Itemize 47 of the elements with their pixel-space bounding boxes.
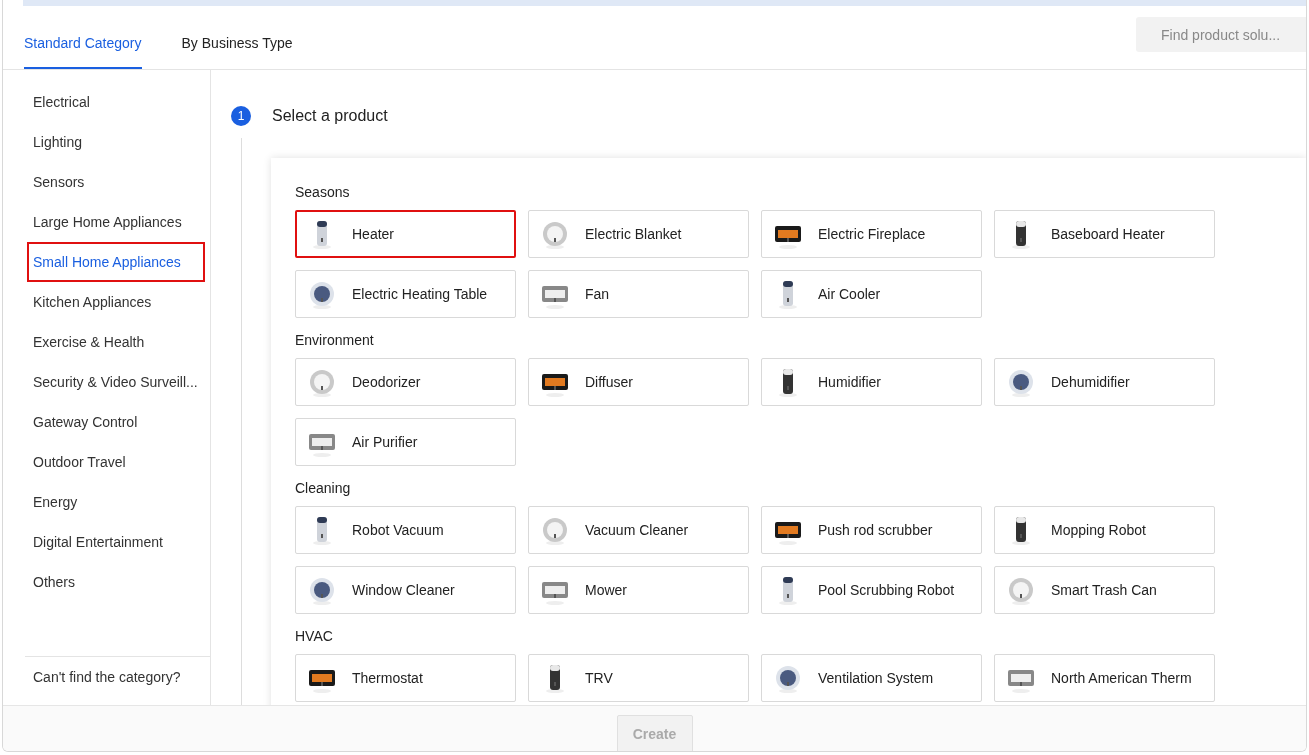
section-title: HVAC <box>295 628 334 644</box>
section-title: Cleaning <box>295 480 352 496</box>
sidebar-item[interactable]: Exercise & Health <box>3 322 210 362</box>
product-tile[interactable]: Push rod scrubber <box>761 506 982 554</box>
product-tile[interactable]: Robot Vacuum <box>295 506 516 554</box>
product-tile[interactable]: Fan <box>528 270 749 318</box>
product-tile[interactable]: Mopping Robot <box>994 506 1215 554</box>
product-tile[interactable]: TRV <box>528 654 749 702</box>
product-tile[interactable]: Mower <box>528 566 749 614</box>
sidebar-item[interactable]: Small Home Appliances <box>27 242 205 282</box>
sidebar-item[interactable]: Outdoor Travel <box>3 442 210 482</box>
product-tile[interactable]: Vacuum Cleaner <box>528 506 749 554</box>
product-tile[interactable]: Electric Fireplace <box>761 210 982 258</box>
step-title: Select a product <box>272 107 388 125</box>
product-tile[interactable]: Humidifier <box>761 358 982 406</box>
search-field[interactable]: Find product solu... <box>1136 17 1306 52</box>
section-title: Environment <box>295 332 375 348</box>
sidebar-item[interactable]: Digital Entertainment <box>3 522 210 562</box>
sidebar-item[interactable]: Sensors <box>3 162 210 202</box>
tab[interactable]: Standard Category <box>24 35 142 69</box>
product-tile[interactable]: Diffuser <box>528 358 749 406</box>
product-tile[interactable]: Baseboard Heater <box>994 210 1215 258</box>
product-tile[interactable]: Deodorizer <box>295 358 516 406</box>
sidebar-item[interactable]: Kitchen Appliances <box>3 282 210 322</box>
product-tile[interactable]: Thermostat <box>295 654 516 702</box>
category-help-link[interactable]: Can't find the category? <box>33 669 181 685</box>
sidebar-item[interactable]: Electrical <box>3 82 210 122</box>
sidebar-item[interactable]: Others <box>3 562 210 602</box>
sidebar-item[interactable]: Large Home Appliances <box>3 202 210 242</box>
sidebar-item[interactable]: Gateway Control <box>3 402 210 442</box>
product-tile[interactable]: Electric Heating Table <box>295 270 516 318</box>
tab[interactable]: By Business Type <box>181 35 293 69</box>
product-tile[interactable]: Air Purifier <box>295 418 516 466</box>
step-number: 1 <box>231 106 251 126</box>
product-tile[interactable]: North American Therm <box>994 654 1215 702</box>
product-tile[interactable]: Ventilation System <box>761 654 982 702</box>
product-tile[interactable]: Dehumidifier <box>994 358 1215 406</box>
sidebar-item[interactable]: Energy <box>3 482 210 522</box>
sidebar-item[interactable]: Lighting <box>3 122 210 162</box>
product-tile[interactable]: Pool Scrubbing Robot <box>761 566 982 614</box>
product-tile[interactable]: Electric Blanket <box>528 210 749 258</box>
product-tile[interactable]: Smart Trash Can <box>994 566 1215 614</box>
product-tile[interactable]: Heater <box>295 210 516 258</box>
sidebar-item[interactable]: Security & Video Surveill... <box>3 362 210 402</box>
section-title: Seasons <box>295 184 351 200</box>
product-tile[interactable]: Air Cooler <box>761 270 982 318</box>
product-tile[interactable]: Window Cleaner <box>295 566 516 614</box>
